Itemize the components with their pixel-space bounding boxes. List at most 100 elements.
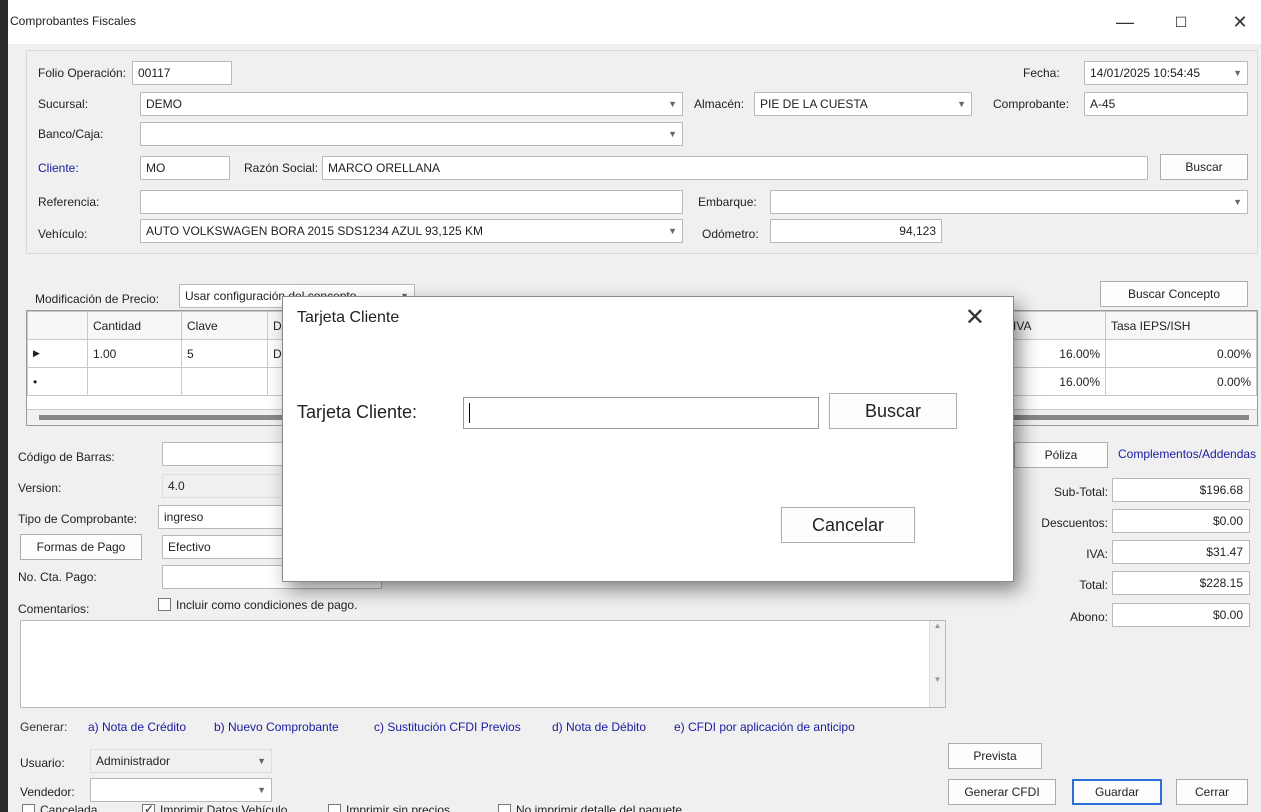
subtotal-value: $196.68 <box>1112 478 1250 502</box>
odometro-label: Odómetro: <box>702 227 759 241</box>
poliza-button[interactable]: Póliza <box>1014 442 1108 468</box>
complementos-link[interactable]: Complementos/Addendas <box>1118 447 1256 461</box>
tarjeta-input[interactable] <box>463 397 819 429</box>
razon-label: Razón Social: <box>244 161 319 175</box>
generar-cfdi-button[interactable]: Generar CFDI <box>948 779 1056 805</box>
no-imprimir-checkbox[interactable] <box>498 804 511 812</box>
fecha-picker[interactable]: 14/01/2025 10:54:45 ▼ <box>1084 61 1248 85</box>
cfdi-anticipo-link[interactable]: e) CFDI por aplicación de anticipo <box>674 720 855 734</box>
total-value: $228.15 <box>1112 571 1250 595</box>
chevron-down-icon[interactable]: ▼ <box>1233 62 1242 84</box>
cell-ieps[interactable]: 0.00% <box>1105 339 1257 368</box>
banco-select[interactable]: ▼ <box>140 122 683 146</box>
col-cantidad[interactable]: Cantidad <box>87 311 182 340</box>
imprimir-sin-label: Imprimir sin precios <box>346 803 451 812</box>
sucursal-value: DEMO <box>146 97 182 111</box>
generar-label: Generar: <box>20 720 68 734</box>
abono-label: Abono: <box>1069 610 1108 624</box>
tarjeta-cliente-dialog: Tarjeta Cliente ✕ Tarjeta Cliente: Busca… <box>282 296 1014 582</box>
close-icon[interactable]: ✕ <box>1220 8 1260 36</box>
embarque-select[interactable]: ▼ <box>770 190 1248 214</box>
vertical-scrollbar[interactable]: ▲ ▼ <box>929 621 945 707</box>
cell-clave[interactable]: 5 <box>181 339 268 368</box>
cliente-field[interactable]: MO <box>140 156 230 180</box>
comprobante-field[interactable]: A-45 <box>1084 92 1248 116</box>
fecha-label: Fecha: <box>1023 66 1060 80</box>
vendedor-select[interactable]: ▼ <box>90 778 272 802</box>
vehiculo-label: Vehículo: <box>38 227 88 241</box>
buscar-cliente-button[interactable]: Buscar <box>1160 154 1248 180</box>
buscar-concepto-button[interactable]: Buscar Concepto <box>1100 281 1248 307</box>
descuentos-value: $0.00 <box>1112 509 1250 533</box>
row-selector-icon[interactable]: ▶ <box>27 339 88 368</box>
imprimir-datos-label: Imprimir Datos Vehículo <box>160 803 288 812</box>
guardar-button[interactable]: Guardar <box>1072 779 1162 805</box>
chevron-down-icon[interactable]: ▼ <box>668 220 677 242</box>
fecha-value: 14/01/2025 10:54:45 <box>1090 66 1201 80</box>
referencia-field[interactable] <box>140 190 683 214</box>
dialog-buscar-button[interactable]: Buscar <box>829 393 957 429</box>
embarque-label: Embarque: <box>698 195 757 209</box>
grid-corner <box>27 311 88 340</box>
dialog-title: Tarjeta Cliente <box>297 309 400 326</box>
sucursal-label: Sucursal: <box>38 97 89 111</box>
cell-ieps[interactable]: 0.00% <box>1105 367 1257 396</box>
vehiculo-value: AUTO VOLKSWAGEN BORA 2015 SDS1234 AZUL 9… <box>146 224 484 238</box>
chevron-down-icon[interactable]: ▼ <box>957 93 966 115</box>
dialog-cancelar-button[interactable]: Cancelar <box>781 507 915 543</box>
no-imprimir-label: No imprimir detalle del paquete <box>516 803 683 812</box>
title-bar: Comprobantes Fiscales — ☐ ✕ <box>8 0 1261 44</box>
usuario-select: Administrador ▼ <box>90 749 272 773</box>
comprobante-label: Comprobante: <box>993 97 1070 111</box>
sucursal-select[interactable]: DEMO ▼ <box>140 92 683 116</box>
chevron-down-icon[interactable]: ▼ <box>257 779 266 801</box>
prevista-button[interactable]: Prevista <box>948 743 1042 769</box>
imprimir-sin-checkbox[interactable] <box>328 804 341 812</box>
cancelada-label: Cancelada <box>40 803 98 812</box>
cell-cantidad[interactable] <box>87 367 182 396</box>
sustitucion-cfdi-link[interactable]: c) Sustitución CFDI Previos <box>374 720 521 734</box>
imprimir-datos-checkbox[interactable] <box>142 802 155 812</box>
new-row-icon[interactable]: • <box>27 367 88 396</box>
nuevo-comprobante-link[interactable]: b) Nuevo Comprobante <box>214 720 339 734</box>
nota-credito-link[interactable]: a) Nota de Crédito <box>88 720 186 734</box>
subtotal-label: Sub-Total: <box>1053 485 1108 499</box>
chevron-down-icon[interactable]: ▼ <box>668 123 677 145</box>
odometro-field[interactable]: 94,123 <box>770 219 942 243</box>
nota-debito-link[interactable]: d) Nota de Débito <box>552 720 646 734</box>
minimize-icon[interactable]: — <box>1105 8 1145 36</box>
chevron-down-icon[interactable]: ▼ <box>668 93 677 115</box>
vendedor-label: Vendedor: <box>20 785 75 799</box>
cell-iva[interactable]: 16.00% <box>1007 367 1106 396</box>
chevron-down-icon[interactable]: ▼ <box>1233 191 1242 213</box>
cell-clave[interactable] <box>181 367 268 396</box>
version-label: Version: <box>18 481 62 495</box>
iva-label: IVA: <box>1086 547 1108 561</box>
mod-precio-label: Modificación de Precio: <box>35 292 160 306</box>
incluir-checkbox[interactable] <box>158 598 171 611</box>
col-clave[interactable]: Clave <box>181 311 268 340</box>
col-iva[interactable]: IVA <box>1007 311 1106 340</box>
comentarios-textarea[interactable]: ▲ ▼ <box>20 620 946 708</box>
abono-value[interactable]: $0.00 <box>1112 603 1250 627</box>
almacen-select[interactable]: PIE DE LA CUESTA ▼ <box>754 92 972 116</box>
cell-iva[interactable]: 16.00% <box>1007 339 1106 368</box>
close-icon[interactable]: ✕ <box>965 303 985 332</box>
cancelada-checkbox[interactable] <box>22 804 35 812</box>
cerrar-button[interactable]: Cerrar <box>1176 779 1248 805</box>
almacen-value: PIE DE LA CUESTA <box>760 97 868 111</box>
text-caret <box>469 403 470 423</box>
cell-cantidad[interactable]: 1.00 <box>87 339 182 368</box>
folio-label: Folio Operación: <box>38 66 127 80</box>
tarjeta-label: Tarjeta Cliente: <box>297 402 418 422</box>
main-window: Comprobantes Fiscales — ☐ ✕ Folio Operac… <box>8 0 1261 812</box>
formas-pago-button[interactable]: Formas de Pago <box>20 534 142 560</box>
tipo-label: Tipo de Comprobante: <box>18 512 137 526</box>
col-ieps[interactable]: Tasa IEPS/ISH <box>1105 311 1257 340</box>
razon-field[interactable]: MARCO ORELLANA <box>322 156 1148 180</box>
maximize-icon[interactable]: ☐ <box>1161 8 1201 36</box>
folio-field[interactable]: 00117 <box>132 61 232 85</box>
vehiculo-select[interactable]: AUTO VOLKSWAGEN BORA 2015 SDS1234 AZUL 9… <box>140 219 683 243</box>
barras-label: Código de Barras: <box>18 450 115 464</box>
banco-label: Banco/Caja: <box>38 127 104 141</box>
